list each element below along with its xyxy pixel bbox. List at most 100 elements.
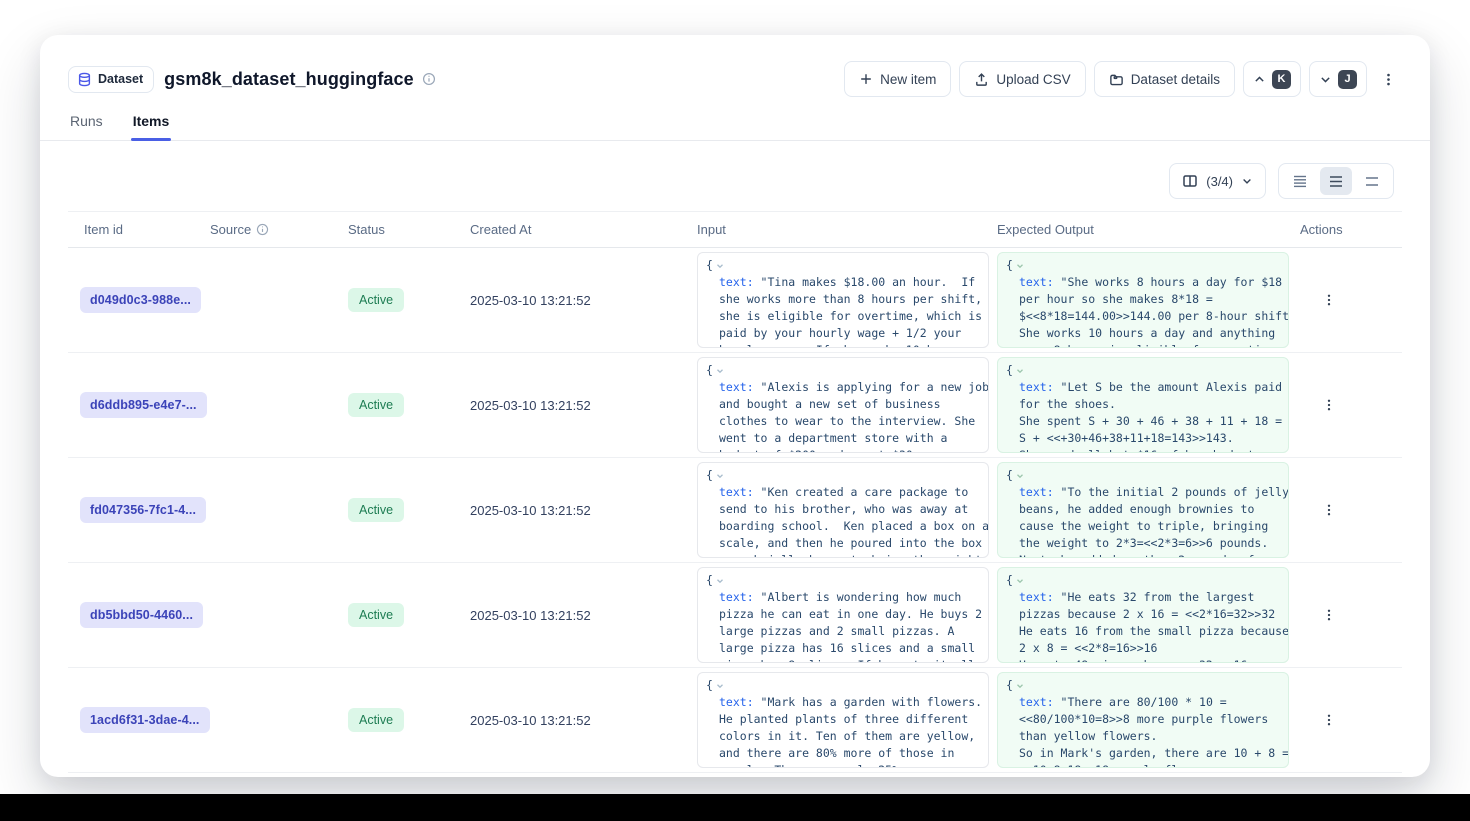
- code-line: She used all but $16 of her budget, so: [1006, 447, 1280, 453]
- expected-output-cell: { text: "To the initial 2 pounds of jell…: [997, 462, 1300, 558]
- expected-output-code-box[interactable]: { text: "There are 80/100 * 10 =<<80/100…: [997, 672, 1289, 768]
- code-line: cause the weight to triple, bringing: [1006, 518, 1280, 535]
- item-id-badge[interactable]: 1acd6f31-3dae-4...: [80, 707, 210, 733]
- tab-items[interactable]: Items: [131, 113, 172, 140]
- row-actions-button[interactable]: [1316, 707, 1342, 733]
- status-badge: Active: [348, 498, 404, 522]
- code-line: clothes to wear to the interview. She: [706, 413, 980, 430]
- kebab-icon: [1322, 293, 1336, 307]
- status-cell: Active: [348, 288, 470, 312]
- row-height-medium-button[interactable]: [1320, 167, 1352, 195]
- code-line: 2 x 8 = <<2*8=16>>16: [1006, 640, 1280, 657]
- expected-output-code-box[interactable]: { text: "He eats 32 from the largestpizz…: [997, 567, 1289, 663]
- code-line: <<80/100*10=8>>8 more purple flowers: [1006, 711, 1280, 728]
- row-height-large-button[interactable]: [1356, 167, 1388, 195]
- columns-chevron-down-icon: [1241, 175, 1253, 187]
- input-code-box[interactable]: { text: "Ken created a care package tose…: [697, 462, 989, 558]
- input-code-box[interactable]: { text: "Alexis is applying for a new jo…: [697, 357, 989, 453]
- upload-csv-button[interactable]: Upload CSV: [959, 61, 1085, 97]
- dataset-details-button[interactable]: Dataset details: [1094, 61, 1235, 97]
- input-cell: { text: "Alexis is applying for a new jo…: [697, 357, 997, 453]
- table-row: db5bbd50-4460... Active 2025-03-10 13:21…: [68, 563, 1402, 668]
- tab-runs[interactable]: Runs: [68, 113, 105, 140]
- code-line: enough jelly beans to bring the weight: [706, 552, 980, 558]
- expected-output-cell: { text: "He eats 32 from the largestpizz…: [997, 567, 1300, 663]
- columns-selector-button[interactable]: (3/4): [1169, 163, 1266, 199]
- folder-icon: [1109, 72, 1124, 87]
- collapse-chevron-icon[interactable]: [715, 681, 725, 691]
- collapse-chevron-icon[interactable]: [1015, 681, 1025, 691]
- row-actions-button[interactable]: [1316, 497, 1342, 523]
- row-height-small-button[interactable]: [1284, 167, 1316, 195]
- code-line: boarding school. Ken placed a box on a: [706, 518, 980, 535]
- status-cell: Active: [348, 393, 470, 417]
- code-line: over 8 hours is eligible for overtime: [1006, 342, 1280, 348]
- json-open-brace: {: [706, 467, 980, 484]
- collapse-chevron-icon[interactable]: [715, 471, 725, 481]
- expected-output-cell: { text: "Let S be the amount Alexis paid…: [997, 357, 1300, 453]
- json-open-brace: {: [1006, 467, 1280, 484]
- code-line: $<<8*18=144.00>>144.00 per 8-hour shift: [1006, 308, 1280, 325]
- input-cell: { text: "Ken created a care package tose…: [697, 462, 997, 558]
- code-line: pizza has 8 slices. If he eats it all: [706, 657, 980, 663]
- code-line: for the shoes.: [1006, 396, 1280, 413]
- input-code-box[interactable]: { text: "Tina makes $18.00 an hour. Ifsh…: [697, 252, 989, 348]
- code-line: large pizzas and 2 small pizzas. A: [706, 623, 980, 640]
- page-title: gsm8k_dataset_huggingface: [164, 69, 414, 90]
- expected-output-cell: { text: "There are 80/100 * 10 =<<80/100…: [997, 672, 1300, 768]
- code-line: pizza he can eat in one day. He buys 2: [706, 606, 980, 623]
- code-line: large pizza has 16 slices and a small: [706, 640, 980, 657]
- input-cell: { text: "Tina makes $18.00 an hour. Ifsh…: [697, 252, 997, 348]
- status-badge: Active: [348, 288, 404, 312]
- database-icon: [77, 72, 92, 87]
- new-item-button[interactable]: New item: [844, 61, 951, 97]
- input-code-box[interactable]: { text: "Mark has a garden with flowers.…: [697, 672, 989, 768]
- dataset-badge-label: Dataset: [98, 72, 143, 86]
- input-code-box[interactable]: { text: "Albert is wondering how muchpiz…: [697, 567, 989, 663]
- kebab-icon: [1322, 398, 1336, 412]
- code-line: per hour so she makes 8*18 =: [1006, 291, 1280, 308]
- actions-cell: [1300, 707, 1402, 733]
- json-open-brace: {: [706, 677, 980, 694]
- collapse-chevron-icon[interactable]: [715, 366, 725, 376]
- code-line: She works 10 hours a day and anything: [1006, 325, 1280, 342]
- header-more-button[interactable]: [1375, 61, 1402, 97]
- json-open-brace: {: [1006, 257, 1280, 274]
- row-actions-button[interactable]: [1316, 392, 1342, 418]
- status-cell: Active: [348, 498, 470, 522]
- row-actions-button[interactable]: [1316, 602, 1342, 628]
- code-line: she works more than 8 hours per shift,: [706, 291, 980, 308]
- title-info-icon[interactable]: [422, 72, 436, 86]
- code-line: text: "There are 80/100 * 10 =: [1006, 694, 1280, 711]
- actions-cell: [1300, 602, 1402, 628]
- json-open-brace: {: [706, 362, 980, 379]
- collapse-chevron-icon[interactable]: [715, 576, 725, 586]
- created-at-cell: 2025-03-10 13:21:52: [470, 293, 697, 308]
- code-line: than yellow flowers.: [1006, 728, 1280, 745]
- code-line: text: "Let S be the amount Alexis paid: [1006, 379, 1280, 396]
- item-id-badge[interactable]: fd047356-7fc1-4...: [80, 497, 206, 523]
- code-line: paid by your hourly wage + 1/2 your: [706, 325, 980, 342]
- prev-item-button[interactable]: K: [1243, 61, 1301, 97]
- code-line: she is eligible for overtime, which is: [706, 308, 980, 325]
- collapse-chevron-icon[interactable]: [1015, 576, 1025, 586]
- expected-output-code-box[interactable]: { text: "She works 8 hours a day for $18…: [997, 252, 1289, 348]
- item-id-badge[interactable]: db5bbd50-4460...: [80, 602, 203, 628]
- item-id-badge[interactable]: d049d0c3-988e...: [80, 287, 201, 313]
- code-line: the weight to 2*3=<<2*3=6>>6 pounds.: [1006, 535, 1280, 552]
- collapse-chevron-icon[interactable]: [715, 261, 725, 271]
- collapse-chevron-icon[interactable]: [1015, 366, 1025, 376]
- input-cell: { text: "Albert is wondering how muchpiz…: [697, 567, 997, 663]
- expected-output-code-box[interactable]: { text: "Let S be the amount Alexis paid…: [997, 357, 1289, 453]
- code-line: colors in it. Ten of them are yellow,: [706, 728, 980, 745]
- next-item-button[interactable]: J: [1309, 61, 1367, 97]
- item-id-badge[interactable]: d6ddb895-e4e7-...: [80, 392, 207, 418]
- columns-icon: [1182, 173, 1198, 189]
- app-window: Dataset gsm8k_dataset_huggingface New it…: [40, 35, 1430, 777]
- expected-output-code-box[interactable]: { text: "To the initial 2 pounds of jell…: [997, 462, 1289, 558]
- collapse-chevron-icon[interactable]: [1015, 261, 1025, 271]
- source-info-icon[interactable]: [256, 223, 269, 236]
- code-line: text: "He eats 32 from the largest: [1006, 589, 1280, 606]
- row-actions-button[interactable]: [1316, 287, 1342, 313]
- collapse-chevron-icon[interactable]: [1015, 471, 1025, 481]
